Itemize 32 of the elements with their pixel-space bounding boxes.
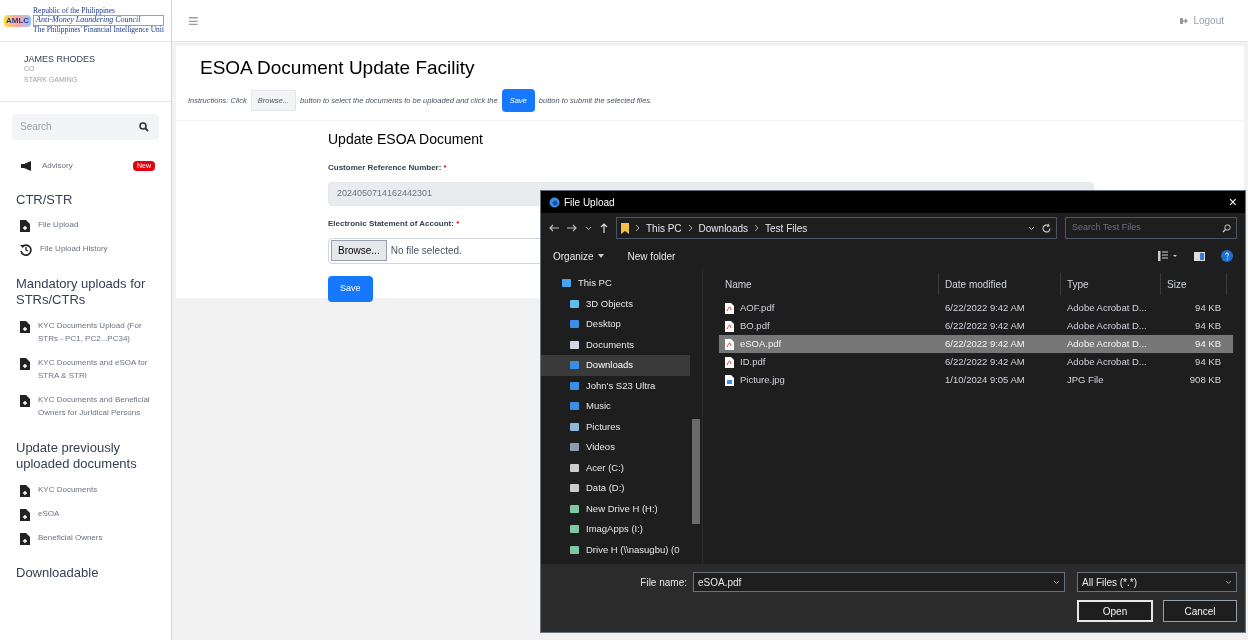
file-size: 94 KB <box>1194 318 1222 333</box>
file-name: ID.pdf <box>740 354 766 369</box>
file-type: Adobe Acrobat D... <box>1066 336 1148 351</box>
file-date: 6/22/2022 9:42 AM <box>944 336 1026 351</box>
user-name: JAMES RHODES <box>24 54 96 66</box>
section-heading: CTR/STR <box>15 191 74 208</box>
field-label: Electronic Statement of Account: * <box>328 217 460 230</box>
dialog-title: File Upload <box>564 195 615 210</box>
file-name: AOF.pdf <box>740 300 775 315</box>
file-type: JPG File <box>1066 372 1105 387</box>
page-title: ESOA Document Update Facility <box>199 56 476 80</box>
file-size: 908 KB <box>1188 372 1222 387</box>
file-name: BO.pdf <box>740 318 770 333</box>
file-date: 6/22/2022 9:42 AM <box>944 318 1026 333</box>
file-type: Adobe Acrobat D... <box>1066 318 1148 333</box>
section-heading: Downloadable <box>15 564 100 581</box>
no-file-text: No file selected. <box>390 244 462 259</box>
file-date: 6/22/2022 9:42 AM <box>944 300 1026 315</box>
form-title: Update ESOA Document <box>328 129 484 149</box>
file-type: Adobe Acrobat D... <box>1066 300 1148 315</box>
section-heading: Mandatory uploads for STRs/CTRs <box>15 276 147 309</box>
file-name: Picture.jpg <box>740 372 785 387</box>
file-name: eSOA.pdf <box>740 336 782 351</box>
file-size: 94 KB <box>1194 336 1222 351</box>
file-size: 94 KB <box>1194 300 1222 315</box>
file-type: Adobe Acrobat D... <box>1066 354 1148 369</box>
file-date: 1/10/2024 9:05 AM <box>944 372 1026 387</box>
file-size: 94 KB <box>1194 354 1222 369</box>
field-label: Customer Reference Number: * <box>328 161 447 174</box>
field-label: File name: <box>640 575 687 590</box>
section-heading: Update previously uploaded documents <box>15 440 138 473</box>
file-date: 6/22/2022 9:42 AM <box>944 354 1026 369</box>
